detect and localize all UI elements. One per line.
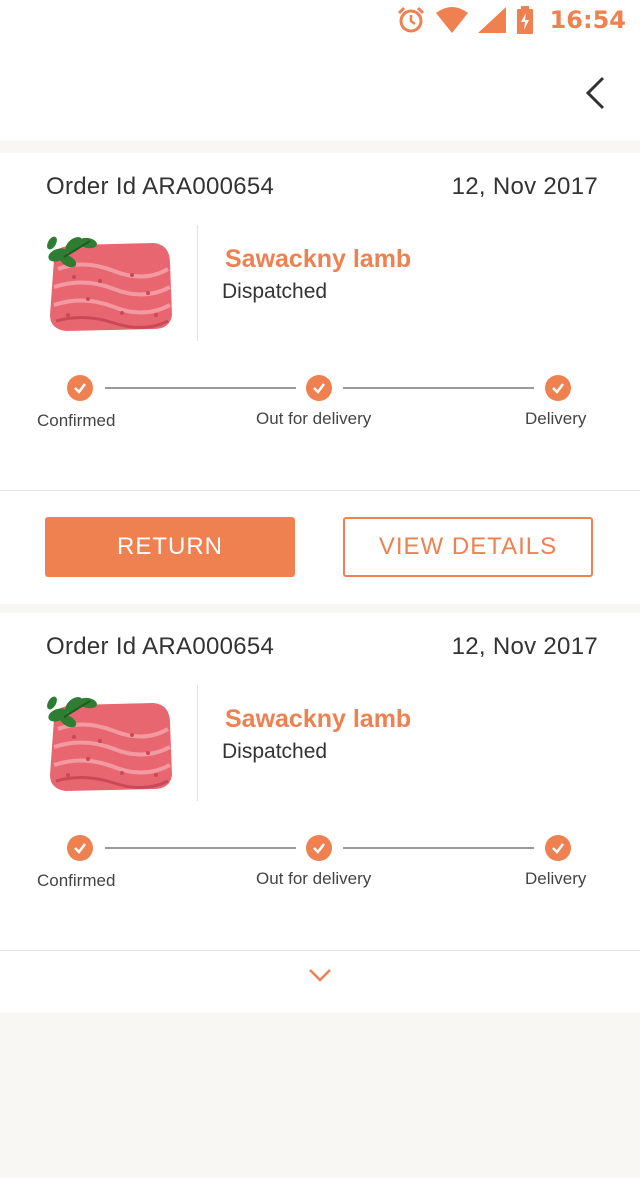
divider xyxy=(0,950,640,951)
order-date: 12, Nov 2017 xyxy=(451,173,598,200)
back-button[interactable] xyxy=(582,74,608,112)
step-label-delivery: Delivery xyxy=(525,409,587,428)
check-icon xyxy=(306,835,332,861)
delivery-tracker: Confirmed Out for delivery Delivery xyxy=(0,835,640,895)
product-name: Sawackny lamb xyxy=(225,245,412,273)
product-image xyxy=(44,229,176,333)
order-id: Order Id ARA000654 xyxy=(46,173,275,200)
status-time: 16:54 xyxy=(549,6,626,34)
order-card: Order Id ARA000654 12, Nov 2017 Sawackny… xyxy=(0,613,640,1013)
check-icon xyxy=(67,375,93,401)
order-status: Dispatched xyxy=(222,740,328,763)
divider xyxy=(0,490,640,491)
divider xyxy=(197,685,198,801)
progress-line xyxy=(105,387,296,389)
progress-line xyxy=(343,387,534,389)
signal-icon xyxy=(477,7,506,33)
order-date: 12, Nov 2017 xyxy=(451,633,598,660)
chevron-left-icon xyxy=(585,76,605,110)
divider xyxy=(197,225,198,341)
step-label-confirmed: Confirmed xyxy=(37,871,116,890)
view-details-button[interactable]: VIEW DETAILS xyxy=(343,517,593,577)
wifi-icon xyxy=(435,7,468,33)
step-label-delivery: Delivery xyxy=(525,869,587,888)
check-icon xyxy=(545,375,571,401)
status-bar: 16:54 xyxy=(0,0,640,40)
battery-charging-icon xyxy=(516,6,534,34)
check-icon xyxy=(545,835,571,861)
product-name: Sawackny lamb xyxy=(225,705,412,733)
progress-line xyxy=(105,847,296,849)
check-icon xyxy=(306,375,332,401)
step-label-out-for-delivery: Out for delivery xyxy=(256,869,372,888)
return-button[interactable]: RETURN xyxy=(45,517,295,577)
delivery-tracker: Confirmed Out for delivery Delivery xyxy=(0,375,640,435)
order-id: Order Id ARA000654 xyxy=(46,633,275,660)
product-image xyxy=(44,689,176,793)
order-card: Order Id ARA000654 12, Nov 2017 Sawackny… xyxy=(0,153,640,604)
alarm-icon xyxy=(396,5,426,35)
chevron-down-icon xyxy=(309,969,331,982)
header xyxy=(0,40,640,141)
check-icon xyxy=(67,835,93,861)
step-label-out-for-delivery: Out for delivery xyxy=(256,409,372,428)
expand-button[interactable] xyxy=(305,965,335,985)
progress-line xyxy=(343,847,534,849)
step-label-confirmed: Confirmed xyxy=(37,411,116,430)
order-status: Dispatched xyxy=(222,280,328,303)
